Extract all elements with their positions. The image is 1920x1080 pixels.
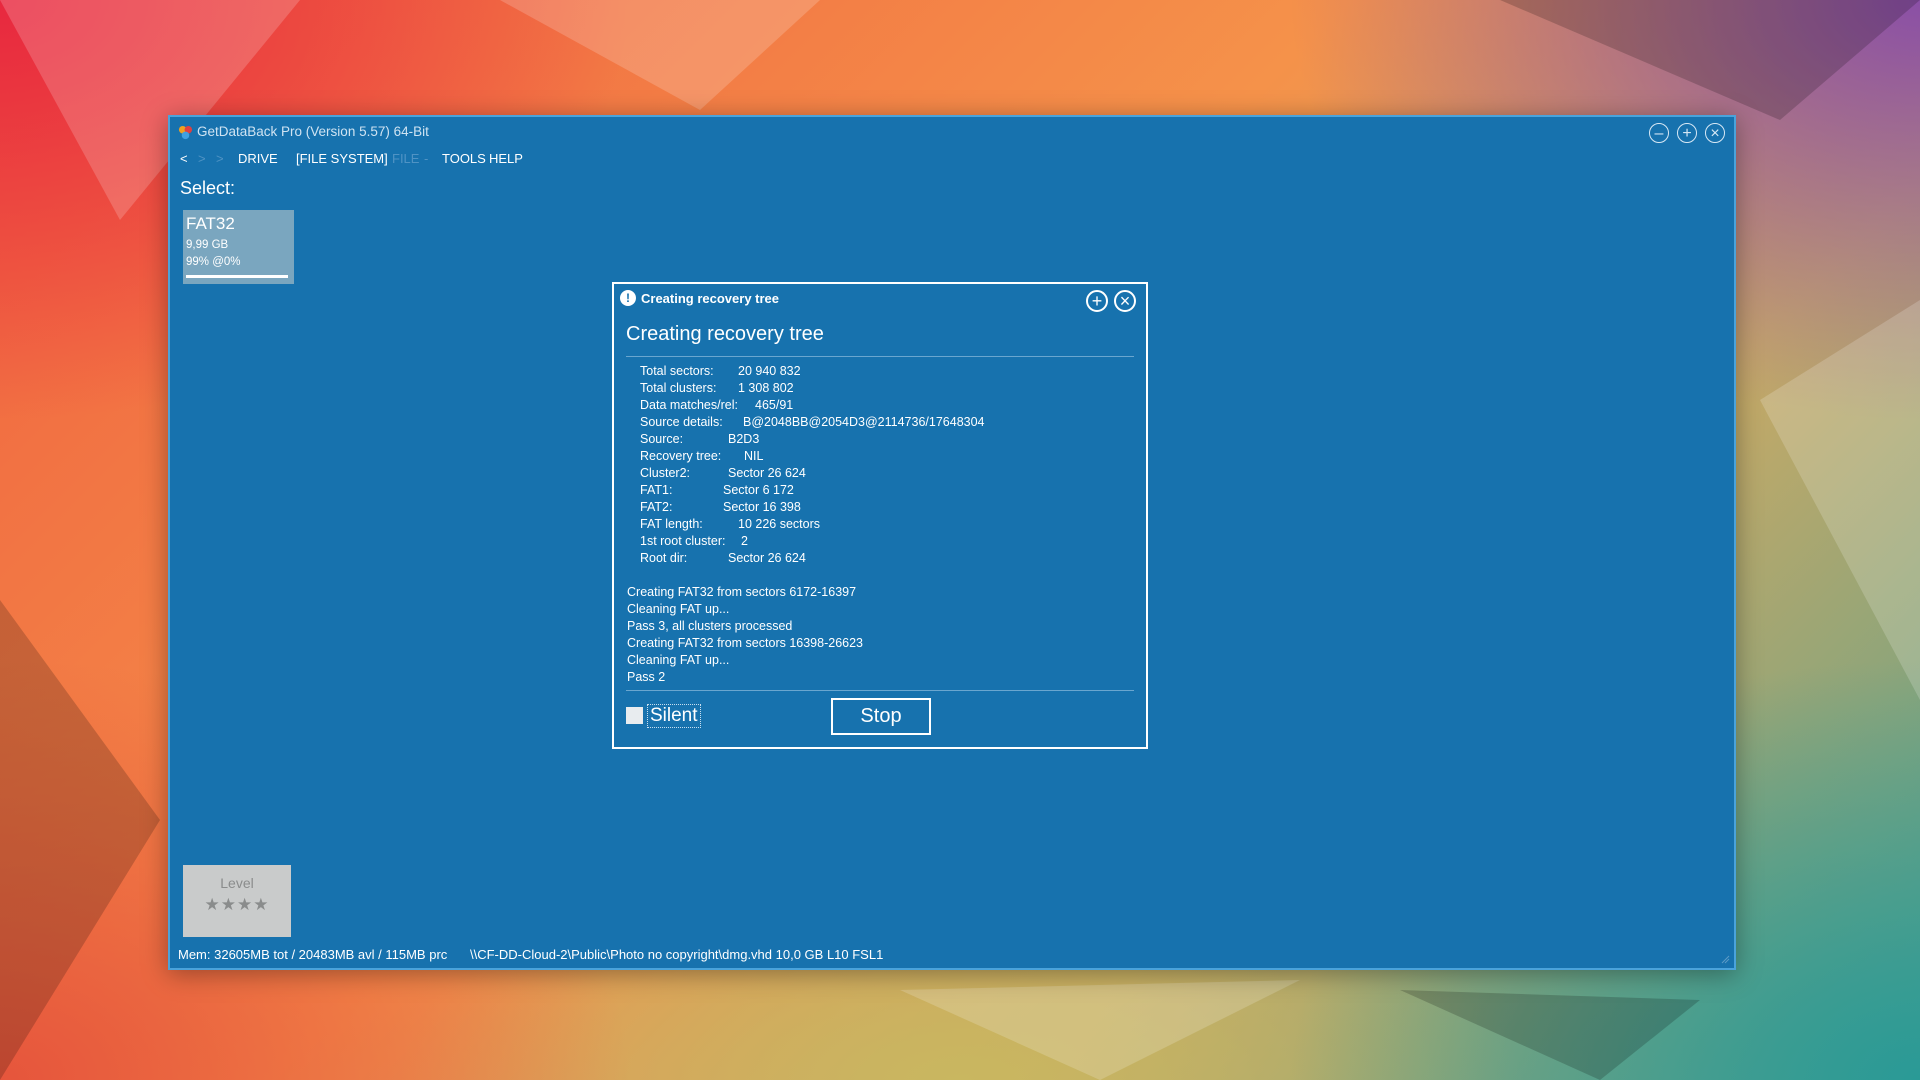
info-value: Sector 26 624: [728, 466, 806, 480]
forward-button[interactable]: >: [198, 151, 206, 166]
info-key: FAT length:: [640, 517, 703, 531]
dialog-heading: Creating recovery tree: [626, 323, 824, 345]
divider: [626, 356, 1134, 357]
level-tile[interactable]: Level ★★★★: [183, 865, 291, 937]
info-key: Root dir:: [640, 551, 688, 565]
menu-drive[interactable]: DRIVE: [238, 151, 278, 166]
menu-separator: >: [216, 151, 224, 166]
info-key: Cluster2:: [640, 466, 691, 480]
dialog-caption: Creating recovery tree: [641, 291, 780, 306]
menu-help[interactable]: HELP: [489, 151, 523, 166]
close-icon[interactable]: ×: [1705, 123, 1725, 143]
select-label: Select:: [180, 178, 236, 198]
info-key: Recovery tree:: [640, 449, 722, 463]
back-button[interactable]: <: [180, 151, 188, 166]
info-value: NIL: [744, 449, 764, 463]
info-value: Sector 26 624: [728, 551, 806, 565]
info-key: Source:: [640, 432, 684, 446]
window-title: GetDataBack Pro (Version 5.57) 64-Bit: [197, 124, 429, 139]
info-value: 1 308 802: [738, 381, 794, 395]
info-key: FAT2:: [640, 500, 673, 514]
drive-tile-fat32[interactable]: FAT32 9,99 GB 99% @0%: [183, 210, 294, 284]
silent-checkbox[interactable]: [626, 707, 643, 724]
silent-label[interactable]: Silent: [647, 704, 701, 728]
log-line: Cleaning FAT up...: [627, 653, 730, 667]
resize-grip-icon[interactable]: [1720, 954, 1730, 964]
info-value: Sector 6 172: [723, 483, 794, 497]
menu-file-system[interactable]: [FILE SYSTEM]: [296, 151, 388, 166]
log-line: Creating FAT32 from sectors 16398-26623: [627, 636, 864, 650]
info-value: 20 940 832: [738, 364, 801, 378]
info-key: Source details:: [640, 415, 723, 429]
status-memory: Mem: 32605MB tot / 20483MB avl / 115MB p…: [178, 947, 448, 962]
info-value: Sector 16 398: [723, 500, 801, 514]
info-value: 465/91: [755, 398, 794, 412]
recovery-dialog: ! Creating recovery tree + × Creating re…: [612, 282, 1148, 749]
dialog-maximize-icon[interactable]: +: [1086, 290, 1108, 312]
title-bar[interactable]: GetDataBack Pro (Version 5.57) 64-Bit – …: [170, 117, 1734, 147]
divider: [626, 690, 1134, 691]
drive-size: 9,99 GB: [186, 239, 229, 251]
status-path: \\CF-DD-Cloud-2\Public\Photo no copyrigh…: [470, 947, 884, 962]
level-stars: ★★★★: [204, 895, 270, 914]
log-line: Creating FAT32 from sectors 6172-16397: [627, 585, 857, 599]
log-line: Pass 2: [627, 670, 666, 684]
drive-progress-bar: [186, 275, 288, 278]
info-value: 10 226 sectors: [738, 517, 820, 531]
info-value: B@2048BB@2054D3@2114736/17648304: [743, 415, 985, 429]
log-line: Cleaning FAT up...: [627, 602, 730, 616]
app-logo-icon: [178, 125, 193, 140]
info-key: Total sectors:: [640, 364, 714, 378]
minimize-icon[interactable]: –: [1649, 123, 1669, 143]
info-key: Total clusters:: [640, 381, 717, 395]
info-value: 2: [741, 534, 748, 548]
maximize-icon[interactable]: +: [1677, 123, 1697, 143]
info-value: B2D3: [728, 432, 760, 446]
info-key: 1st root cluster:: [640, 534, 726, 548]
drive-filesystem: FAT32: [186, 214, 235, 233]
info-key: FAT1:: [640, 483, 673, 497]
menu-file-separator: -: [424, 151, 429, 166]
menu-tools[interactable]: TOOLS: [442, 151, 486, 166]
log-line: Pass 3, all clusters processed: [627, 619, 793, 633]
info-key: Data matches/rel:: [640, 398, 738, 412]
stop-button[interactable]: Stop: [831, 698, 931, 735]
level-title: Level: [220, 875, 254, 891]
dialog-close-icon[interactable]: ×: [1114, 290, 1136, 312]
drive-percent: 99% @0%: [186, 256, 241, 268]
menu-file[interactable]: FILE: [392, 151, 419, 166]
info-icon: !: [620, 290, 636, 306]
